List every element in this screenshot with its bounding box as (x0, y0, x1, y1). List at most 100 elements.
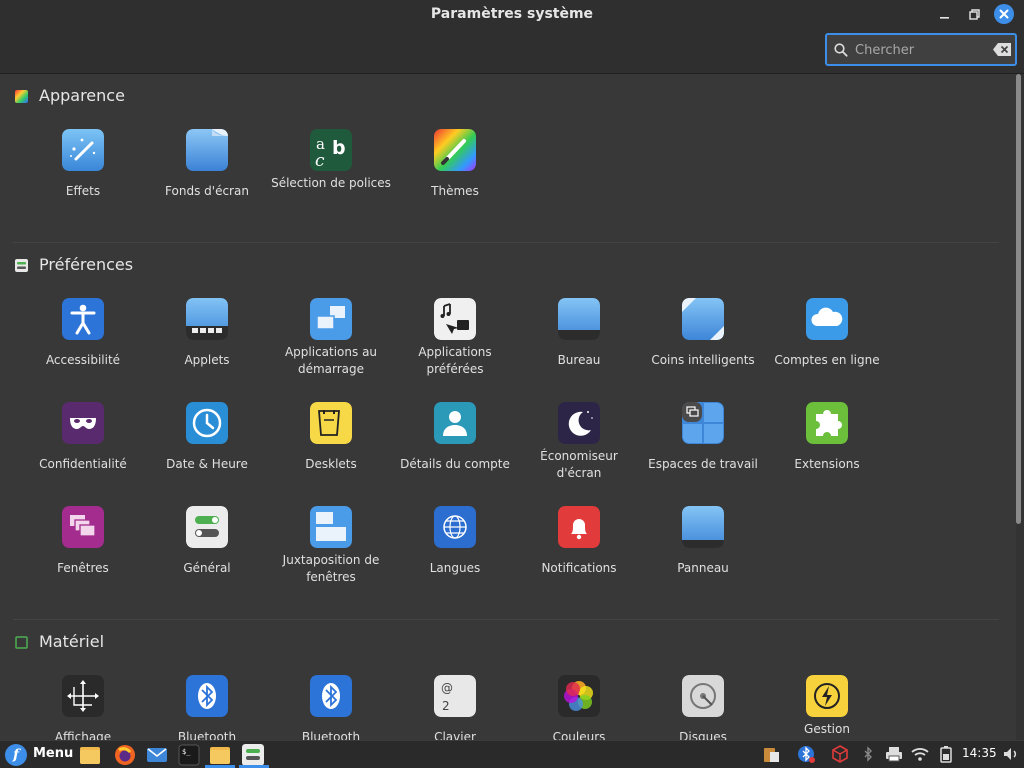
bluetooth-tray-icon[interactable] (797, 745, 815, 763)
settings-item-bluetooth[interactable]: Bluetooth (145, 675, 269, 740)
settings-item-langues[interactable]: Langues (393, 506, 517, 610)
item-label: Panneau (677, 561, 729, 575)
minimize-icon (940, 17, 949, 19)
bluetooth-icon (310, 675, 352, 717)
svg-text:$_: $_ (182, 748, 191, 756)
settings-item-details-compte[interactable]: Détails du compte (393, 402, 517, 506)
settings-item-applications-preferees[interactable]: Applications préférées (393, 298, 517, 402)
bluetooth-status-icon[interactable] (859, 745, 877, 763)
item-label: Effets (65, 184, 101, 198)
settings-item-panneau[interactable]: Panneau (641, 506, 765, 610)
folder-launcher-icon[interactable] (79, 744, 101, 766)
maximize-button[interactable] (963, 4, 985, 26)
clear-search-icon[interactable] (993, 43, 1011, 56)
item-label: Économiseur d'écran (540, 449, 618, 480)
clock[interactable]: 14:35 (962, 746, 997, 760)
settings-item-juxtaposition[interactable]: Juxtaposition de fenêtres (269, 506, 393, 610)
screensaver-moon-icon (558, 402, 600, 444)
item-label: Desklets (305, 457, 357, 471)
keyboard-key-icon: @ 2 (434, 675, 476, 717)
startup-apps-icon (310, 298, 352, 340)
color-flower-icon (558, 675, 600, 717)
item-label: Sélection de polices (271, 176, 391, 190)
menu-button[interactable]: f Menu (5, 744, 75, 766)
settings-item-gestion[interactable]: Gestion (765, 675, 889, 740)
tiling-icon (310, 506, 352, 548)
settings-item-bureau[interactable]: Bureau (517, 298, 641, 402)
settings-item-economiseur[interactable]: Économiseur d'écran (517, 402, 641, 506)
scrollbar-thumb[interactable] (1016, 74, 1021, 524)
window-title: Paramètres système (430, 6, 594, 22)
mail-icon[interactable] (146, 744, 168, 766)
settings-item-date-heure[interactable]: Date & Heure (145, 402, 269, 506)
settings-item-accessibilite[interactable]: Accessibilité (21, 298, 145, 402)
settings-item-coins-intelligents[interactable]: Coins intelligents (641, 298, 765, 402)
settings-item-disques[interactable]: Disques (641, 675, 765, 740)
item-label: Notifications (541, 561, 617, 575)
settings-item-themes[interactable]: Thèmes (393, 129, 517, 233)
title-bar: Paramètres système (0, 0, 1024, 74)
settings-item-applications-demarrage[interactable]: Applications au démarrage (269, 298, 393, 402)
wallpaper-icon (186, 129, 228, 171)
scrollbar[interactable] (1016, 74, 1024, 740)
minimize-button[interactable] (934, 4, 956, 26)
volume-icon[interactable] (1002, 745, 1020, 763)
settings-window-icon[interactable] (242, 744, 264, 766)
wifi-icon[interactable] (911, 745, 929, 763)
themes-icon (434, 129, 476, 171)
privacy-mask-icon (62, 402, 104, 444)
item-label: Gestion (804, 722, 850, 736)
settings-item-polices[interactable]: a b c Sélection de polices (269, 129, 393, 233)
language-globe-icon (434, 506, 476, 548)
settings-window: Paramètres système Apparence (0, 0, 1024, 740)
applets-icon (186, 298, 228, 340)
item-label: Accessibilité (45, 353, 121, 367)
settings-item-effets[interactable]: Effets (21, 129, 145, 233)
settings-item-applets[interactable]: Applets (145, 298, 269, 402)
settings-item-general[interactable]: Général (145, 506, 269, 610)
svg-text:b: b (332, 137, 346, 159)
puzzle-icon (806, 402, 848, 444)
accessibility-icon (62, 298, 104, 340)
item-label: Fonds d'écran (165, 184, 249, 198)
settings-item-confidentialite[interactable]: Confidentialité (21, 402, 145, 506)
firefox-icon[interactable] (114, 744, 136, 766)
settings-item-desklets[interactable]: Desklets (269, 402, 393, 506)
section-divider (13, 242, 999, 243)
settings-item-notifications[interactable]: Notifications (517, 506, 641, 610)
item-label: Applets (184, 353, 230, 367)
package-icon[interactable] (831, 745, 849, 763)
item-label: Affichage (54, 730, 112, 740)
settings-item-comptes-en-ligne[interactable]: Comptes en ligne (765, 298, 889, 402)
battery-icon[interactable] (937, 745, 955, 763)
effects-icon (62, 129, 104, 171)
menu-label: Menu (33, 746, 74, 761)
settings-item-extensions[interactable]: Extensions (765, 402, 889, 506)
item-label: Bureau (557, 353, 601, 367)
item-label: Applications préférées (418, 345, 492, 376)
item-label: Couleurs (552, 730, 606, 740)
settings-content: Apparence Effets Fonds d'écran a b c Sél… (0, 74, 1016, 740)
clipboard-icon[interactable] (762, 745, 780, 763)
search-input[interactable] (855, 39, 985, 61)
settings-item-clavier[interactable]: @ 2 Clavier (393, 675, 517, 740)
display-icon (62, 675, 104, 717)
panel-icon (682, 506, 724, 548)
settings-item-affichage[interactable]: Affichage (21, 675, 145, 740)
item-label: Langues (429, 561, 481, 575)
settings-item-fonds-ecran[interactable]: Fonds d'écran (145, 129, 269, 233)
terminal-icon[interactable]: $_ (178, 744, 200, 766)
files-window-icon[interactable] (209, 744, 231, 766)
settings-item-couleurs[interactable]: Couleurs (517, 675, 641, 740)
settings-item-espaces-travail[interactable]: Espaces de travail (641, 402, 765, 506)
power-management-icon (806, 675, 848, 717)
account-icon (434, 402, 476, 444)
printer-icon[interactable] (885, 745, 903, 763)
preferences-section-icon (15, 259, 28, 272)
search-box[interactable] (825, 33, 1017, 66)
desklets-icon (310, 402, 352, 444)
settings-item-bluetooth-2[interactable]: Bluetooth (269, 675, 393, 740)
bell-icon (558, 506, 600, 548)
close-button[interactable] (994, 4, 1014, 24)
settings-item-fenetres[interactable]: Fenêtres (21, 506, 145, 610)
